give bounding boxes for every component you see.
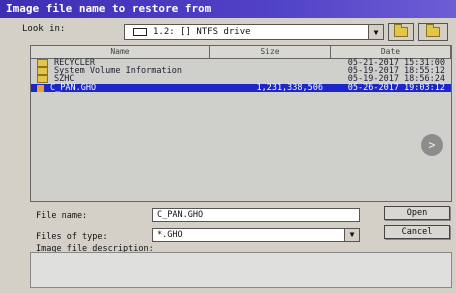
folder-icon [37, 67, 48, 75]
file-date: 05-26-2017 19:03:12 [347, 83, 445, 93]
file-size [209, 67, 329, 75]
look-in-label: Look in: [22, 24, 66, 34]
chevron-down-icon[interactable]: ▼ [368, 25, 383, 39]
look-in-value: 1.2: [] NTFS drive [153, 27, 251, 37]
ghost-image-icon [37, 84, 44, 92]
look-in-dropdown[interactable]: 1.2: [] NTFS drive ▼ [124, 24, 384, 40]
cancel-button[interactable]: Cancel [384, 225, 450, 239]
drive-icon [133, 28, 147, 36]
description-field[interactable] [30, 252, 452, 288]
up-folder-button[interactable] [388, 23, 414, 41]
new-folder-button[interactable] [418, 23, 448, 41]
column-header-name[interactable]: Name [31, 46, 210, 58]
open-button[interactable]: Open [384, 206, 450, 220]
folder-icon [37, 59, 48, 67]
file-row-selected[interactable]: C_PAN.GHO 1,231,338,506 05-26-2017 19:03… [31, 84, 451, 92]
file-row[interactable]: SZHC 05-19-2017 18:56:24 [31, 75, 451, 83]
file-type-label: Files of type: [36, 232, 108, 242]
chevron-down-icon[interactable]: ▼ [344, 229, 359, 241]
file-name: C_PAN.GHO [50, 83, 97, 93]
file-list[interactable]: Name Size Date RECYCLER 05-21-2017 15:31… [30, 45, 452, 202]
column-header-date[interactable]: Date [331, 46, 451, 58]
file-date: 05-19-2017 18:56:24 [347, 74, 445, 84]
arrow-right-icon[interactable]: > [421, 134, 443, 156]
file-name-label: File name: [36, 211, 88, 221]
file-type-select[interactable]: *.GHO ▼ [152, 228, 360, 242]
file-size: 1,231,338,506 [256, 83, 323, 93]
file-size [209, 75, 329, 83]
column-header-size[interactable]: Size [210, 46, 331, 58]
folder-icon [37, 75, 48, 83]
file-name: SZHC [54, 74, 75, 84]
dialog-title: Image file name to restore from [0, 0, 456, 18]
new-folder-icon [426, 24, 440, 37]
file-size [209, 59, 329, 67]
file-name-input[interactable]: C_PAN.GHO [152, 208, 360, 222]
up-folder-icon [394, 24, 408, 37]
file-type-value: *.GHO [157, 230, 183, 240]
